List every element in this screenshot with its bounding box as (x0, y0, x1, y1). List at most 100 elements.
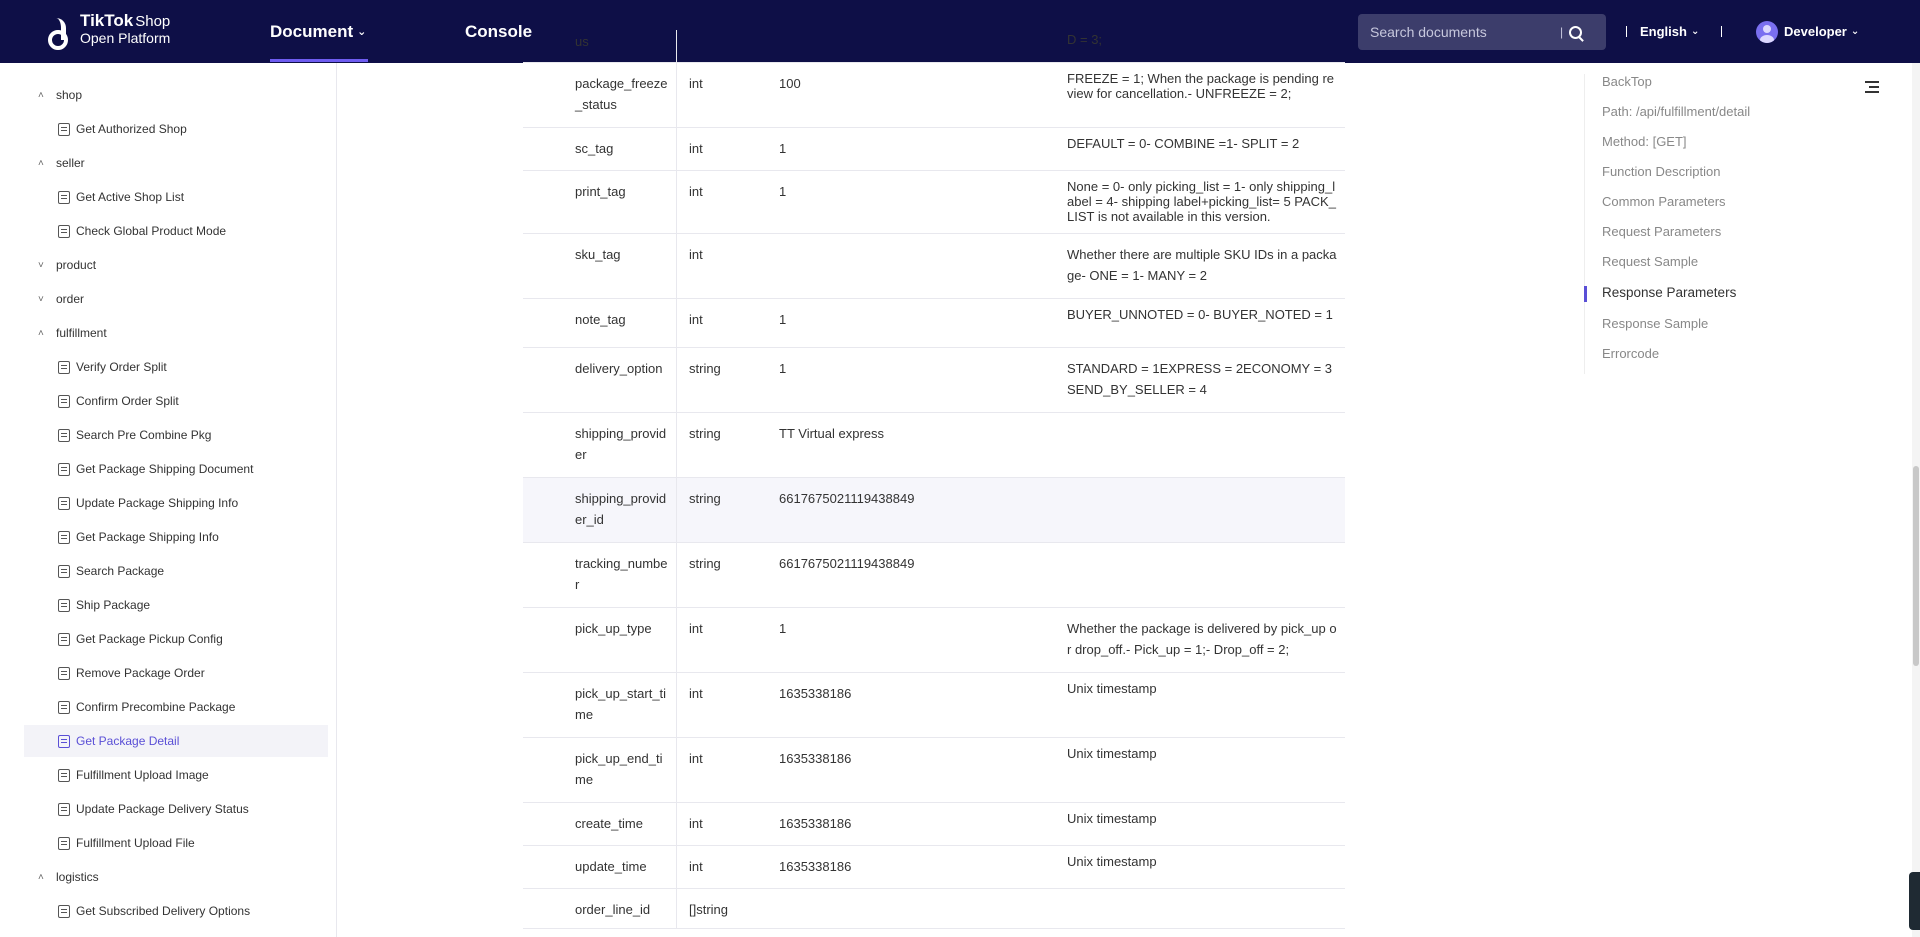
nav-document-menu[interactable]: Document ⌄ (270, 0, 366, 63)
sidebar-item-label: Confirm Order Split (76, 394, 179, 408)
search-input[interactable] (1370, 24, 1560, 40)
cell-type: int (689, 184, 703, 199)
sidebar-item-label: seller (56, 156, 85, 170)
chevron-up-icon: ˄ (38, 871, 44, 883)
search-icon[interactable] (1569, 25, 1583, 39)
floating-side-tab[interactable] (1909, 872, 1920, 930)
sidebar-item[interactable]: Ship Package (24, 589, 328, 621)
cell-type: int (689, 621, 703, 636)
cell-sample: 1635338186 (779, 859, 852, 874)
sidebar-item[interactable]: Get Package Shipping Document (24, 453, 328, 485)
cell-name: sku_tag (575, 247, 621, 262)
sidebar-category[interactable]: ˄ logistics (24, 861, 328, 893)
sidebar-item[interactable]: Fulfillment Upload File (24, 827, 328, 859)
document-icon (58, 360, 70, 374)
document-icon (58, 564, 70, 578)
sidebar-item[interactable]: Confirm Order Split (24, 385, 328, 417)
sidebar-item[interactable]: Get Package Shipping Info (24, 521, 328, 553)
sidebar-item-label: Update Package Shipping Info (76, 496, 239, 510)
sidebar-item-label: Search Package (76, 564, 165, 578)
cell-type: int (689, 312, 703, 327)
cell-sample: 1 (779, 312, 787, 327)
sidebar-item[interactable]: Remove Package Order (24, 657, 328, 689)
toc-link[interactable]: Function Description (1602, 164, 1721, 179)
cell-type: string (689, 491, 721, 506)
sidebar-category[interactable]: ˄ shop (24, 79, 328, 111)
document-icon (58, 802, 70, 816)
sidebar-item[interactable]: Update Package Delivery Status (24, 793, 328, 825)
cell-type: int (689, 247, 703, 262)
toc-link[interactable]: Method: [GET] (1602, 134, 1687, 149)
sidebar-item[interactable]: Search Pre Combine Pkg (24, 419, 328, 451)
document-icon (58, 904, 70, 918)
toc-link[interactable]: Response Parameters (1602, 285, 1736, 300)
toc-link[interactable]: Path: /api/fulfillment/detail (1602, 104, 1750, 119)
sidebar-category[interactable]: ˄ seller (24, 147, 328, 179)
sidebar-item[interactable]: Get Active Shop List (24, 181, 328, 213)
sidebar-item-label: Get Package Pickup Config (76, 632, 223, 646)
cell-name: note_tag (575, 312, 626, 327)
sidebar-item[interactable]: Get Authorized Shop (24, 113, 328, 145)
avatar (1756, 20, 1778, 43)
toc-track (1584, 74, 1585, 374)
toc-link[interactable]: BackTop (1602, 74, 1652, 89)
document-icon (58, 598, 70, 612)
nav-document-label: Document (270, 21, 354, 41)
cell-name: shipping_provider_id (575, 491, 667, 527)
sidebar-item[interactable]: Get Subscribed Delivery Options (24, 895, 328, 927)
cell-name: shipping_provider (575, 426, 667, 462)
sidebar-item[interactable]: Fulfillment Upload Image (24, 759, 328, 791)
cell-name: order_line_id (575, 902, 651, 917)
table-row: print_tag int 1 None = 0- only picking_list… (523, 171, 1345, 234)
cell-desc: BUYER_UNNOTED = 0- BUYER_NOTED = 1 (1067, 307, 1333, 322)
sidebar-category[interactable]: ˅ order (24, 283, 328, 315)
table-row: pick_up_type int 1 Whether the package is d… (523, 608, 1345, 673)
sidebar-category[interactable]: ˅ product (24, 249, 328, 281)
toc-link[interactable]: Response Sample (1602, 316, 1708, 331)
cell-type: []string (689, 902, 729, 917)
document-icon (58, 394, 70, 408)
sidebar-item[interactable]: Confirm Precombine Package (24, 691, 328, 723)
table-row: package_freeze_status int 100 FREEZE = 1; W… (523, 63, 1345, 128)
sidebar-item-label: fulfillment (56, 326, 107, 340)
sidebar-item[interactable]: Get Package Detail (24, 725, 328, 757)
cell-name: print_tag (575, 184, 626, 199)
cell-name: tracking_number (575, 556, 668, 592)
nav-console-link[interactable]: Console (465, 0, 532, 63)
document-icon (58, 734, 70, 748)
language-selector[interactable]: English ⌄ (1640, 0, 1699, 63)
logo-subtitle: Open Platform (80, 30, 171, 46)
document-icon (58, 632, 70, 646)
table-row: create_time int 1635338186 Unix timestamp (523, 803, 1345, 846)
document-icon (58, 428, 70, 442)
toc-link[interactable]: Errorcode (1602, 346, 1659, 361)
user-menu[interactable]: Developer ⌄ (1756, 0, 1859, 63)
page-scrollbar-thumb[interactable] (1913, 466, 1919, 666)
toc-link[interactable]: Request Sample (1602, 254, 1698, 269)
sidebar-item[interactable]: Get Package Pickup Config (24, 623, 328, 655)
toc-link[interactable]: Request Parameters (1602, 224, 1721, 239)
cell-type: int (689, 859, 703, 874)
toc-active-indicator (1584, 286, 1587, 302)
sidebar-category[interactable]: ˄ fulfillment (24, 317, 328, 349)
cell-type: string (689, 426, 721, 441)
cell-sample: 100 (779, 76, 801, 91)
sidebar-item[interactable]: Verify Order Split (24, 351, 328, 383)
search-box[interactable]: | (1358, 14, 1606, 50)
sidebar-navigation: ˄ shop Get Authorized Shop ˄ seller Get Activ… (0, 63, 337, 937)
sidebar-item-label: Fulfillment Upload File (76, 836, 195, 850)
toc-list-icon[interactable] (1865, 81, 1879, 93)
logo-shop: Shop (135, 13, 171, 30)
sidebar-item-label: Get Package Shipping Info (76, 530, 219, 544)
sidebar-item-label: Search Pre Combine Pkg (76, 428, 212, 442)
tiktok-shop-logo[interactable]: TikTok Shop Open Platform (46, 11, 171, 50)
toc-link[interactable]: Common Parameters (1602, 194, 1726, 209)
sidebar-item[interactable]: Update Package Shipping Info (24, 487, 328, 519)
table-row: sku_tag int Whether there are multiple SKU… (523, 234, 1345, 299)
sidebar-item-label: Update Package Delivery Status (76, 802, 249, 816)
sidebar-item[interactable]: Check Global Product Mode (24, 215, 328, 247)
logo-title: TikTok (80, 11, 134, 30)
chevron-up-icon: ˄ (38, 327, 44, 339)
cell-sample: 1 (779, 184, 787, 199)
sidebar-item[interactable]: Search Package (24, 555, 328, 587)
